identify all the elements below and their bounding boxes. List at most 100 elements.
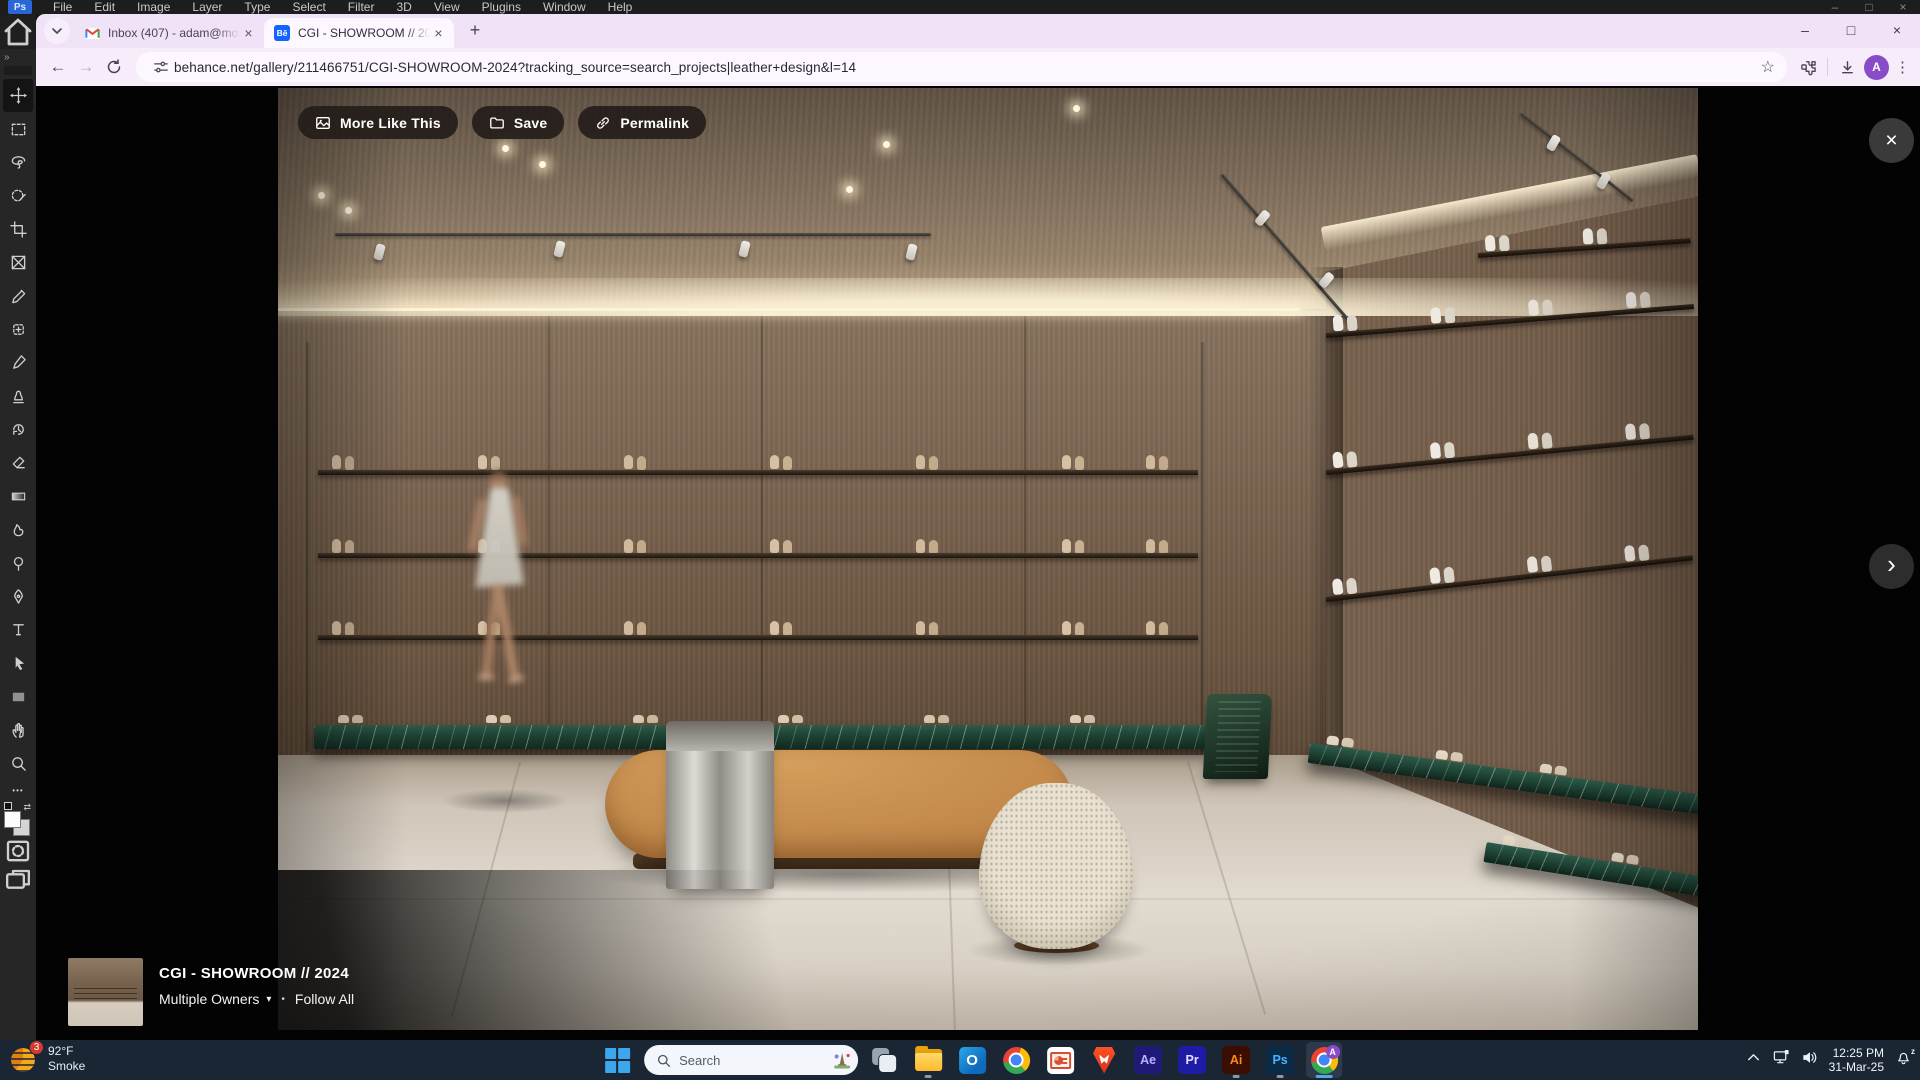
brush-tool-icon[interactable] [3, 346, 33, 379]
ps-menu-edit[interactable]: Edit [83, 0, 126, 15]
healing-brush-tool-icon[interactable] [3, 313, 33, 346]
behance-icon: Bē [274, 25, 290, 41]
rectangle-tool-icon[interactable] [3, 680, 33, 713]
network-icon[interactable] [1773, 1049, 1790, 1071]
edit-toolbar-icon[interactable]: ••• [12, 780, 23, 800]
lasso-tool-icon[interactable] [3, 146, 33, 179]
forward-button[interactable]: → [72, 53, 100, 81]
ps-menu-file[interactable]: File [42, 0, 83, 15]
tab-behance[interactable]: Bē CGI - SHOWROOM // 2024 :: Be × [264, 18, 454, 48]
toolbar-collapse-icon[interactable]: » [0, 51, 36, 65]
ps-menu-3d[interactable]: 3D [385, 0, 422, 15]
downloads-icon[interactable] [1834, 54, 1860, 80]
ps-menu-layer[interactable]: Layer [181, 0, 233, 15]
object-selection-tool-icon[interactable] [3, 179, 33, 212]
site-info-icon[interactable] [148, 54, 174, 80]
lightbox-close-button[interactable]: × [1869, 118, 1914, 163]
frame-tool-icon[interactable] [3, 246, 33, 279]
screen-mode-icon[interactable] [3, 866, 33, 896]
notification-bell-icon[interactable]: z [1895, 1049, 1912, 1071]
quick-mask-icon[interactable] [3, 836, 33, 866]
ps-menu-filter[interactable]: Filter [337, 0, 386, 15]
outlook-button[interactable]: O [954, 1042, 990, 1078]
maximize-button[interactable]: □ [1828, 14, 1874, 46]
swap-colors-icon[interactable]: ⇄ [23, 802, 31, 813]
new-tab-button[interactable]: + [462, 17, 488, 43]
chrome-active-button[interactable]: A [1306, 1042, 1342, 1078]
gradient-tool-icon[interactable] [3, 480, 33, 513]
address-bar[interactable]: behance.net/gallery/211466751/CGI-SHOWRO… [136, 52, 1787, 82]
home-icon[interactable] [0, 15, 36, 49]
minimize-button[interactable]: – [1782, 14, 1828, 46]
zoom-tool-icon[interactable] [3, 747, 33, 780]
tab-close-icon[interactable]: × [430, 25, 447, 42]
tab-close-icon[interactable]: × [240, 25, 257, 42]
ps-menu-type[interactable]: Type [233, 0, 281, 15]
ps-menu-image[interactable]: Image [126, 0, 181, 15]
bookmark-star-icon[interactable]: ☆ [1761, 57, 1775, 77]
owners-dropdown[interactable]: Multiple Owners [159, 991, 259, 1007]
ps-menu-select[interactable]: Select [281, 0, 336, 15]
taskbar-clock[interactable]: 12:25 PM 31-Mar-25 [1829, 1046, 1884, 1075]
project-thumbnail[interactable] [68, 958, 143, 1026]
task-view-button[interactable] [866, 1042, 902, 1078]
taskbar-search[interactable]: Search [644, 1045, 858, 1075]
history-brush-tool-icon[interactable] [3, 413, 33, 446]
ps-maximize-button[interactable]: □ [1852, 0, 1886, 15]
volume-icon[interactable] [1801, 1049, 1818, 1071]
premiere-button[interactable]: Pr [1174, 1042, 1210, 1078]
illustrator-button[interactable]: Ai [1218, 1042, 1254, 1078]
eraser-tool-icon[interactable] [3, 446, 33, 479]
photoshop-button[interactable]: Ps [1262, 1042, 1298, 1078]
ps-menu-help[interactable]: Help [597, 0, 644, 15]
brave-button[interactable] [1086, 1042, 1122, 1078]
tab-search-button[interactable] [44, 18, 70, 44]
powerpoint-button[interactable] [1042, 1042, 1078, 1078]
start-button[interactable] [600, 1042, 636, 1078]
after-effects-button[interactable]: Ae [1130, 1042, 1166, 1078]
ps-close-button[interactable]: × [1886, 0, 1920, 15]
weather-widget[interactable]: 3 92°F Smoke [10, 1044, 85, 1074]
path-selection-tool-icon[interactable] [3, 647, 33, 680]
foreground-color-swatch[interactable] [4, 811, 21, 828]
weather-temp: 92°F [48, 1044, 85, 1059]
url-text[interactable]: behance.net/gallery/211466751/CGI-SHOWRO… [174, 60, 1753, 75]
ps-menu-window[interactable]: Window [532, 0, 597, 15]
tray-chevron-icon[interactable] [1745, 1049, 1762, 1071]
chrome-button[interactable] [998, 1042, 1034, 1078]
reload-button[interactable] [100, 53, 128, 81]
ps-menu-plugins[interactable]: Plugins [471, 0, 532, 15]
ps-window-controls: – □ × [1818, 0, 1920, 15]
marquee-tool-icon[interactable] [3, 112, 33, 145]
pen-tool-icon[interactable] [3, 580, 33, 613]
dodge-tool-icon[interactable] [3, 546, 33, 579]
chevron-down-icon[interactable]: ▾ [266, 994, 271, 1005]
back-button[interactable]: ← [44, 53, 72, 81]
move-tool-icon[interactable] [3, 79, 33, 112]
toolbar-drag-handle[interactable] [4, 66, 32, 75]
dot-separator: • [281, 994, 285, 1005]
ps-minimize-button[interactable]: – [1818, 0, 1852, 15]
file-explorer-button[interactable] [910, 1042, 946, 1078]
project-image[interactable]: More Like This Save Permalink [278, 88, 1698, 1030]
color-swatches[interactable]: ⇄ [3, 802, 33, 836]
more-like-this-button[interactable]: More Like This [298, 106, 458, 139]
info-gradient [278, 870, 960, 1030]
extensions-icon[interactable] [1795, 54, 1821, 80]
follow-all-link[interactable]: Follow All [295, 991, 354, 1007]
smudge-tool-icon[interactable] [3, 513, 33, 546]
crop-tool-icon[interactable] [3, 213, 33, 246]
profile-avatar[interactable]: A [1864, 55, 1889, 80]
tab-gmail[interactable]: Inbox (407) - adam@moreidea × [74, 18, 264, 48]
clone-stamp-tool-icon[interactable] [3, 380, 33, 413]
default-colors-icon[interactable] [4, 802, 12, 810]
eyedropper-tool-icon[interactable] [3, 279, 33, 312]
hand-tool-icon[interactable] [3, 713, 33, 746]
permalink-button[interactable]: Permalink [578, 106, 706, 139]
type-tool-icon[interactable] [3, 613, 33, 646]
ps-menu-view[interactable]: View [423, 0, 471, 15]
lightbox-next-button[interactable]: › [1869, 544, 1914, 589]
close-button[interactable]: × [1874, 14, 1920, 46]
save-button[interactable]: Save [472, 106, 565, 139]
chrome-menu-icon[interactable]: ⋮ [1895, 58, 1910, 76]
